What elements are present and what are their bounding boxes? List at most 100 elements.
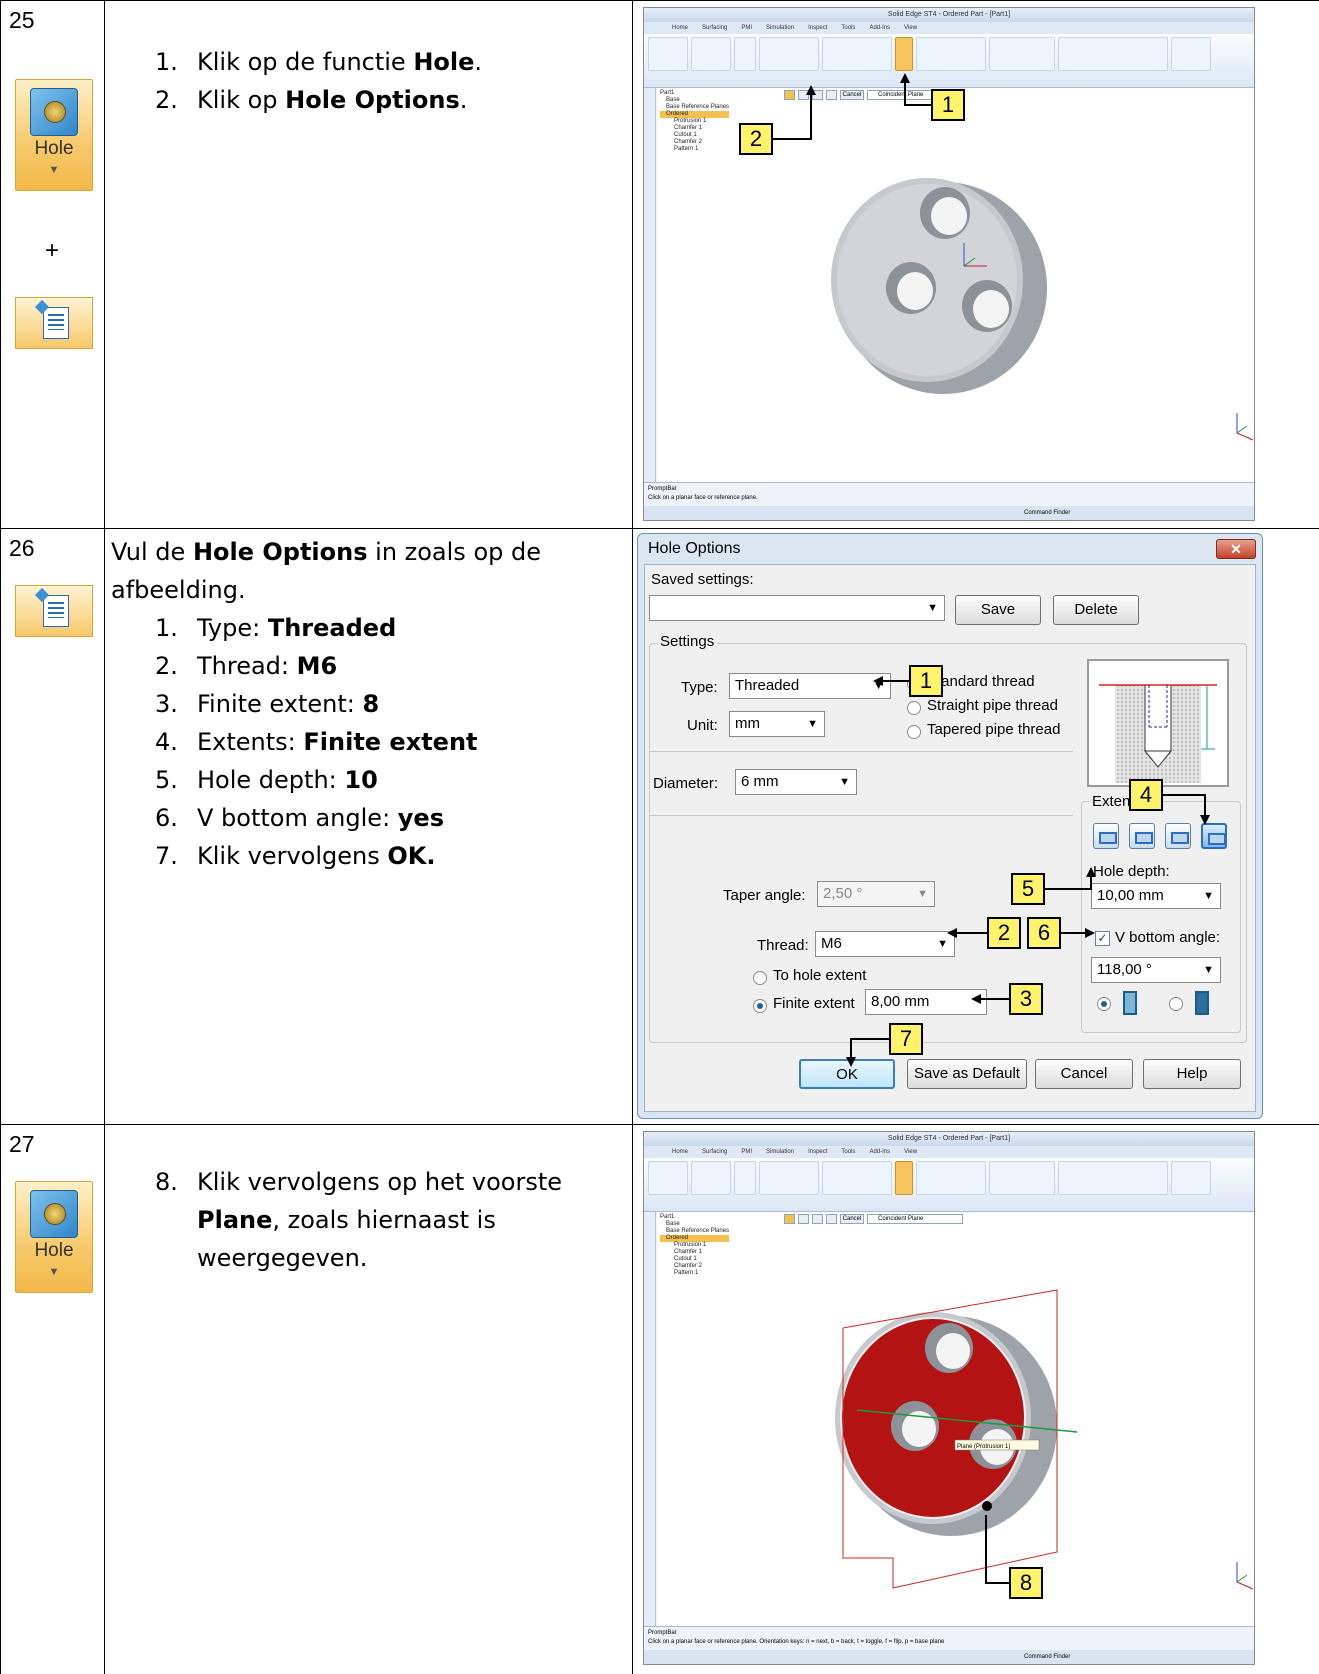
saved-settings-select[interactable]: ▼ [649,595,945,621]
tab-tools[interactable]: Tools [841,22,855,34]
finite-extent-input[interactable]: 8,00 mm [865,989,987,1015]
tab-simulation[interactable]: Simulation [766,22,794,34]
tab-home[interactable]: Home [672,22,688,34]
save-as-default-button[interactable]: Save as Default [907,1059,1027,1089]
clipboard-group[interactable] [648,1161,688,1195]
window-group[interactable] [1171,37,1211,71]
select-group[interactable] [691,1161,731,1195]
close-button[interactable]: ✕ [1216,539,1256,559]
modify-group[interactable] [1058,37,1168,71]
v-bottom-radio-b[interactable] [1169,997,1183,1011]
side-toolbar [644,1212,656,1626]
hole-step-button[interactable] [784,1214,795,1224]
window-group[interactable] [1171,1161,1211,1195]
diameter-select[interactable]: 6 mm ▼ [735,769,857,795]
v-bottom-angle-select[interactable]: 118,00 ° ▼ [1091,957,1221,983]
step-button[interactable] [812,90,823,100]
tab-addins[interactable]: Add-Ins [869,22,890,34]
step-button[interactable] [826,90,837,100]
sketch-group[interactable] [759,37,819,71]
finite-extent-radio[interactable] [753,999,767,1013]
extent-through-all-button[interactable] [1093,823,1119,849]
extent-finite-button[interactable] [1201,823,1227,849]
tab-surfacing[interactable]: Surfacing [702,1146,727,1158]
step-cell-27: 27 Hole ▼ [0,1124,105,1674]
hole-step-button[interactable] [784,90,795,100]
planes-group[interactable] [734,37,756,71]
cancel-button[interactable]: Cancel [840,90,864,100]
instruction-cell-26: Vul de Hole Options in zoals op de afbee… [104,528,633,1125]
plane-select-combo[interactable]: Coincident Plane [867,1214,963,1224]
status-bar: Command Finder [644,1650,1254,1664]
solids-more-group[interactable] [916,37,986,71]
cancel-button[interactable]: Cancel [1035,1059,1133,1089]
extent-from-to-button[interactable] [1165,823,1191,849]
window-title: Solid Edge ST4 - Ordered Part - [Part1] [644,8,1254,22]
instruction-item: 7. Klik vervolgens OK. [155,842,436,870]
tab-view[interactable]: View [904,22,917,34]
tab-inspect[interactable]: Inspect [808,22,827,34]
help-button[interactable]: Help [1143,1059,1241,1089]
instruction-item: 1. Type: Threaded [155,614,397,642]
hole-options-button[interactable] [798,90,809,100]
instruction-item: 8. Klik vervolgens op het voorste Plane, … [155,1168,563,1272]
unit-select[interactable]: mm ▼ [729,711,825,737]
hole-options-icon [15,585,93,637]
screenshot-cell-27: Solid Edge ST4 - Ordered Part - [Part1] … [632,1124,1319,1674]
tapered-pipe-radio[interactable] [907,725,921,739]
hole-options-dialog: Hole Options ✕ Saved settings: ▼ Save De… [637,533,1263,1119]
instruction-item: 4. Extents: Finite extent [155,728,478,756]
solids-more-group[interactable] [916,1161,986,1195]
hole-icon-label: Hole [34,138,74,159]
delete-button[interactable]: Delete [1053,595,1139,625]
planes-group[interactable] [734,1161,756,1195]
graphics-window[interactable]: Plane (Protrusion 1) [657,1212,1254,1626]
window-title: Solid Edge ST4 - Ordered Part - [Part1] [644,1132,1254,1146]
taper-angle-label: Taper angle: [723,887,806,904]
tab-home[interactable]: Home [672,1146,688,1158]
instruction-list: 1. Type: Threaded 2. Thread: M6 3. Finite e… [135,609,632,875]
solids-group[interactable] [822,37,892,71]
pattern-group[interactable] [989,1161,1055,1195]
hole-ribbon-button[interactable] [895,37,913,71]
instruction-cell-25: 1. Klik op de functie Hole. 2. Klik op Hol… [104,0,633,529]
to-hole-extent-radio[interactable] [753,971,767,985]
v-bottom-checkbox[interactable]: ✓ [1095,931,1110,946]
v-bottom-radio-a[interactable] [1097,997,1111,1011]
dialog-body: Saved settings: ▼ Save Delete Settings T… [644,564,1256,1112]
straight-pipe-radio[interactable] [907,701,921,715]
tab-pmi[interactable]: PMI [741,22,752,34]
solids-group[interactable] [822,1161,892,1195]
clipboard-group[interactable] [648,37,688,71]
type-select[interactable]: Threaded ▼ [729,673,891,699]
dialog-title: Hole Options [648,540,741,557]
modify-group[interactable] [1058,1161,1168,1195]
hole-depth-select[interactable]: 10,00 mm ▼ [1091,883,1221,909]
save-button[interactable]: Save [955,595,1041,625]
select-group[interactable] [691,37,731,71]
extent-through-next-button[interactable] [1129,823,1155,849]
hole-ribbon-button[interactable] [895,1161,913,1195]
diameter-label: Diameter: [653,775,719,792]
ok-button[interactable]: OK [799,1059,895,1089]
ribbon [644,1158,1254,1212]
cancel-button[interactable]: Cancel [840,1214,864,1224]
tab-view[interactable]: View [904,1146,917,1158]
step-button[interactable] [826,1214,837,1224]
sketch-group[interactable] [759,1161,819,1195]
settings-label: Settings [657,633,718,650]
callout-2: 2 [739,123,773,155]
tab-pmi[interactable]: PMI [741,1146,752,1158]
tapered-pipe-label: Tapered pipe thread [927,721,1061,738]
tab-simulation[interactable]: Simulation [766,1146,794,1158]
tab-addins[interactable]: Add-Ins [869,1146,890,1158]
tab-surfacing[interactable]: Surfacing [702,22,727,34]
tab-inspect[interactable]: Inspect [808,1146,827,1158]
hole-options-button[interactable] [798,1214,809,1224]
taper-angle-select[interactable]: 2,50 ° ▼ [817,881,935,907]
instruction-item: 5. Hole depth: 10 [155,766,378,794]
thread-select[interactable]: M6 ▼ [815,931,955,957]
tab-tools[interactable]: Tools [841,1146,855,1158]
pattern-group[interactable] [989,37,1055,71]
step-button[interactable] [812,1214,823,1224]
